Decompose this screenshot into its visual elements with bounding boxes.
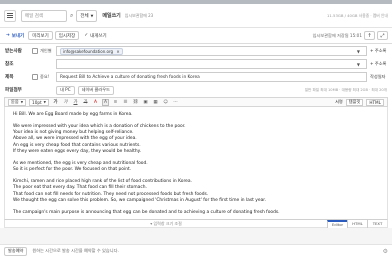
important-toggle[interactable]: 중요! bbox=[32, 74, 56, 80]
chevron-down-icon: ▼ bbox=[43, 100, 46, 104]
individual-send-toggle[interactable]: 개인별 bbox=[32, 48, 56, 54]
template-label: 템플릿 bbox=[348, 99, 361, 104]
important-label: 중요! bbox=[40, 74, 50, 79]
more-icon[interactable]: ⋯ bbox=[172, 99, 179, 106]
send-icon: ➔ bbox=[6, 33, 10, 38]
subject-row: 제목 중요! Request Bill to Achieve a culture… bbox=[0, 71, 392, 83]
my-pc-button[interactable]: 내 PC bbox=[56, 85, 75, 95]
expand-icon: ⤢ bbox=[380, 32, 385, 39]
chevron-down-icon[interactable]: ▼ bbox=[357, 49, 360, 54]
subject-value: Request Bill to Achieve a culture of don… bbox=[60, 74, 200, 80]
tab-editor[interactable]: Editor bbox=[327, 219, 347, 228]
search-input[interactable]: 메일 검색 bbox=[21, 9, 67, 22]
cc-row: 참조 ▼ + 주소록 bbox=[0, 58, 392, 70]
draft-button[interactable]: 임시저장 bbox=[54, 31, 80, 40]
image-icon[interactable]: ▣ bbox=[142, 99, 149, 106]
address-book-link[interactable]: + 주소록 bbox=[370, 48, 392, 54]
recipient-chip[interactable]: info@sakefoundation.org × bbox=[60, 47, 123, 55]
message-body[interactable]: Hi Bill. We are Egg Board made by egg fa… bbox=[4, 107, 388, 219]
table-icon[interactable]: ▦ bbox=[152, 99, 159, 106]
signature-label: 서명 bbox=[335, 99, 343, 104]
font-color-button[interactable]: A bbox=[92, 99, 99, 106]
chevron-down-icon[interactable]: ▼ bbox=[357, 62, 360, 67]
cc-label: 참조 bbox=[5, 62, 14, 67]
to-row: 받는사람 개인별 info@sakefoundation.org × ▼ + 주… bbox=[0, 45, 392, 57]
preview-button[interactable]: 미리보기 bbox=[28, 31, 53, 40]
subject-label: 제목 bbox=[5, 75, 14, 80]
attach-label: 파일첨부 bbox=[5, 88, 22, 93]
bold-button[interactable]: 가 bbox=[52, 99, 59, 106]
link-icon[interactable]: ⛓ bbox=[132, 99, 139, 106]
check-icon: ✓ bbox=[84, 33, 89, 38]
search-scope-select[interactable]: 전체 ▼ bbox=[76, 9, 98, 22]
divider bbox=[0, 43, 392, 44]
tab-text[interactable]: TEXT bbox=[367, 219, 387, 228]
resize-handle[interactable]: ▾ 입력창 크기 조절 bbox=[150, 221, 182, 227]
expand-button[interactable]: ⤢ bbox=[377, 31, 388, 40]
emoji-icon[interactable]: ☺ bbox=[162, 99, 169, 106]
to-label: 받는사람 bbox=[5, 49, 22, 54]
attach-hint: 일반 파일 최대 10MB · 대용량 최대 2GB · 최대 20개 bbox=[304, 87, 387, 92]
font-value: 돋움 bbox=[11, 99, 19, 104]
strike-button[interactable]: 가 bbox=[82, 99, 89, 106]
subject-input[interactable]: Request Bill to Achieve a culture of don… bbox=[56, 72, 367, 82]
address-book-label: 주소록 bbox=[374, 61, 387, 66]
address-book-link[interactable]: + 주소록 bbox=[370, 61, 392, 67]
autosave-status: 임시보관함에 저장됨 15:01 bbox=[312, 32, 362, 38]
schedule-send-button[interactable]: 발송예약 bbox=[4, 246, 28, 256]
send-to-self-label: 내게쓰기 bbox=[90, 33, 107, 39]
header-bar: 메일 검색 ⌕ 전체 ▼ 메일쓰기 임시보관함에 23 11.53GB / 40… bbox=[0, 4, 392, 28]
size-select[interactable]: 10pt ▼ bbox=[29, 98, 49, 106]
send-label: 보내기 bbox=[11, 33, 25, 39]
footer-gap bbox=[0, 228, 392, 244]
attach-row: 파일첨부 내 PC 네이버 클라우드 일반 파일 최대 10MB · 대용량 최… bbox=[0, 84, 392, 96]
send-to-self-button[interactable]: ✓ 내게쓰기 bbox=[81, 31, 110, 40]
search-icon[interactable]: ⌕ bbox=[70, 12, 73, 20]
compose-toolbar: ➔ 보내기 미리보기 임시저장 ✓ 내게쓰기 임시보관함에 저장됨 15:01 … bbox=[0, 29, 392, 42]
attach-buttons: 내 PC 네이버 클라우드 bbox=[56, 85, 114, 95]
search-scope-value: 전체 bbox=[80, 13, 89, 19]
close-icon[interactable]: × bbox=[116, 49, 119, 54]
signature-select[interactable]: 서명 bbox=[335, 99, 343, 105]
list-icon[interactable]: ☰ bbox=[122, 99, 129, 106]
to-field[interactable]: info@sakefoundation.org × ▼ bbox=[56, 46, 367, 56]
menu-icon[interactable] bbox=[4, 9, 16, 22]
template-select[interactable]: 템플릿 bbox=[345, 98, 364, 106]
editor-toolbar: 돋움 ▼ 10pt ▼ 가 가 가 가 A A ≡ ☰ ⛓ ▣ ▦ ☺ ⋯ 서명 템… bbox=[4, 97, 388, 107]
chevron-down-icon: ▼ bbox=[90, 13, 94, 18]
individual-send-label: 개인별 bbox=[40, 48, 52, 53]
storage-info: 11.53GB / 40GB 사용중 · 멤버 안내 bbox=[327, 12, 388, 18]
schedule-hint: 원하는 시간으로 발송 시간을 예약할 수 있습니다. bbox=[32, 248, 119, 253]
draft-count: 임시보관함에 23 bbox=[124, 12, 154, 18]
align-icon[interactable]: ≡ bbox=[112, 99, 119, 106]
recipient-address: info@sakefoundation.org bbox=[63, 48, 114, 54]
font-select[interactable]: 돋움 ▼ bbox=[8, 98, 27, 106]
italic-button[interactable]: 가 bbox=[62, 99, 69, 106]
checkbox[interactable] bbox=[32, 48, 38, 54]
send-button[interactable]: ➔ 보내기 bbox=[4, 31, 27, 40]
cloud-button[interactable]: 네이버 클라우드 bbox=[77, 85, 114, 95]
chevron-down-icon: ▼ bbox=[20, 100, 24, 104]
tab-html[interactable]: HTML bbox=[347, 219, 367, 228]
address-book-label: 주소록 bbox=[374, 48, 387, 53]
body-line: The campaign's main purpose is announcin… bbox=[13, 209, 280, 215]
bg-color-button[interactable]: A bbox=[101, 98, 109, 106]
collapse-button[interactable]: ↑ bbox=[364, 31, 375, 40]
date-link[interactable]: 작성일자 bbox=[370, 74, 392, 80]
cc-field[interactable]: ▼ bbox=[56, 59, 367, 69]
html-toggle[interactable]: HTML bbox=[366, 98, 384, 106]
bottom-bar: 발송예약 원하는 시간으로 발송 시간을 예약할 수 있습니다. ⚙ bbox=[0, 244, 392, 257]
size-value: 10pt bbox=[32, 99, 42, 105]
page-title: 메일쓰기 bbox=[102, 13, 121, 19]
html-label: HTML bbox=[369, 99, 381, 105]
gear-icon[interactable]: ⚙ bbox=[383, 248, 388, 255]
search-label: 메일 검색 bbox=[25, 13, 43, 19]
underline-button[interactable]: 가 bbox=[72, 99, 79, 106]
arrow-up-icon: ↑ bbox=[367, 32, 372, 39]
editor-footer: ▾ 입력창 크기 조절 Editor HTML TEXT bbox=[4, 219, 388, 228]
checkbox[interactable] bbox=[32, 74, 38, 80]
